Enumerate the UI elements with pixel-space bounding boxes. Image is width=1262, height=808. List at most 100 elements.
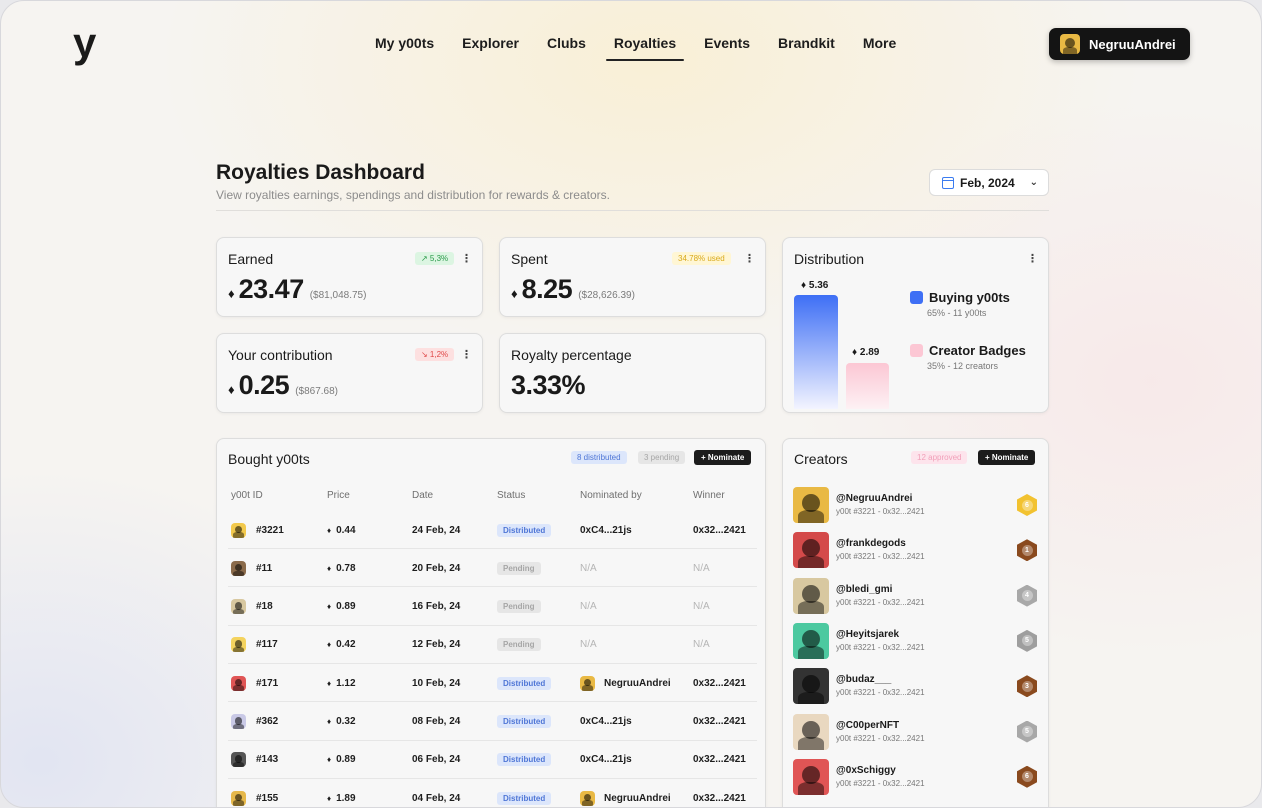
cell-winner: 0x32...2421 — [693, 716, 746, 727]
spent-value-row: ♦ 8.25 ($28,626.39) — [511, 274, 635, 305]
price-value: 1.89 — [336, 792, 356, 804]
table-row[interactable]: #3221 ♦ 0.44 24 Feb, 24 Distributed 0xC4...21… — [228, 511, 757, 549]
y00t-id: #3221 — [256, 524, 284, 536]
royalty-value-row: 3.33% — [511, 370, 586, 401]
creator-y00t-info: y00t #3221 - 0x32...2421 — [836, 552, 925, 562]
column-header-winner: Winner — [693, 490, 725, 501]
earned-usd: ($81,048.75) — [309, 290, 367, 301]
price-value: 0.44 — [336, 524, 356, 536]
user-profile-button[interactable]: NegruuAndrei — [1049, 28, 1190, 60]
y00t-avatar — [231, 714, 246, 729]
cell-nominated-by: 0xC4...21js — [580, 703, 632, 741]
cell-price: ♦ 0.42 — [327, 626, 356, 664]
app-logo[interactable]: y — [73, 22, 96, 64]
nominated-by-value: 0xC4...21js — [580, 754, 632, 766]
nav-my-y00ts[interactable]: My y00ts — [375, 35, 434, 57]
eth-icon: ♦ — [327, 678, 332, 688]
page-title: Royalties Dashboard — [216, 161, 425, 184]
y00t-avatar — [231, 560, 246, 576]
creator-row[interactable]: @C00perNFT y00t #3221 - 0x32...2421 5 — [793, 713, 1040, 759]
creator-y00t-info: y00t #3221 - 0x32...2421 — [836, 688, 925, 698]
user-name: NegruuAndrei — [1089, 36, 1176, 52]
cell-nominated-by: N/A — [580, 588, 597, 626]
table-row[interactable]: #117 ♦ 0.42 12 Feb, 24 Pending N/A N/A — [228, 626, 757, 664]
cell-date: 16 Feb, 24 — [412, 601, 461, 613]
chevron-down-icon: ⌄ — [1029, 177, 1038, 188]
nominated-by-value: NegruuAndrei — [604, 677, 671, 689]
app-window: y My y00ts Explorer Clubs Royalties Even… — [0, 0, 1262, 808]
creator-avatar — [793, 668, 829, 705]
cell-status: Distributed — [497, 741, 552, 779]
table-row[interactable]: #18 ♦ 0.89 16 Feb, 24 Pending N/A N/A — [228, 588, 757, 626]
table-row[interactable]: #362 ♦ 0.32 08 Feb, 24 Distributed 0xC4...21j… — [228, 703, 757, 741]
spent-title: Spent — [511, 251, 548, 267]
more-options-icon[interactable]: ⋮ — [461, 252, 472, 265]
pending-count-badge: 3 pending — [638, 451, 686, 464]
distribution-title: Distribution — [794, 251, 865, 267]
bought-title: Bought y00ts — [228, 451, 310, 467]
cell-status: Pending — [497, 549, 541, 587]
calendar-icon — [942, 176, 954, 189]
table-row[interactable]: #155 ♦ 1.89 04 Feb, 24 Distributed NegruuAndr… — [228, 779, 757, 807]
eth-icon: ♦ — [228, 382, 235, 397]
y00t-id: #362 — [256, 716, 279, 727]
nominator-avatar — [580, 675, 595, 691]
nominated-by-value: NegruuAndrei — [604, 792, 671, 804]
cell-date: 24 Feb, 24 — [412, 524, 461, 536]
royalty-percentage-card: Royalty percentage 3.33% — [499, 333, 766, 413]
nav-royalties[interactable]: Royalties — [605, 35, 685, 61]
y00t-avatar — [231, 637, 246, 653]
creator-row[interactable]: @NegruuAndrei y00t #3221 - 0x32...2421 6 — [793, 487, 1040, 532]
bar-buying-y00ts — [794, 295, 838, 409]
cell-winner: N/A — [693, 639, 710, 651]
nominate-creator-button[interactable]: + Nominate — [978, 450, 1036, 465]
creator-row[interactable]: @0xSchiggy y00t #3221 - 0x32...2421 6 — [793, 758, 1040, 804]
nav-events[interactable]: Events — [704, 35, 750, 57]
cell-nominated-by: N/A — [580, 626, 597, 664]
more-options-icon[interactable]: ⋮ — [744, 252, 755, 265]
cell-status: Distributed — [497, 511, 552, 549]
contribution-title: Your contribution — [228, 347, 333, 363]
earned-title: Earned — [228, 251, 274, 267]
date-picker-button[interactable]: Feb, 2024 ⌄ — [929, 169, 1049, 196]
creator-name: @NegruuAndrei — [836, 493, 913, 504]
spent-card: Spent 34.78% used ⋮ ♦ 8.25 ($28,626.39) — [499, 237, 766, 317]
cell-date: 04 Feb, 24 — [412, 792, 461, 804]
creator-row[interactable]: @frankdegods y00t #3221 - 0x32...2421 1 — [793, 532, 1040, 577]
price-value: 0.89 — [336, 601, 356, 613]
creator-name: @Heyitsjarek — [836, 628, 900, 640]
creator-y00t-info: y00t #3221 - 0x32...2421 — [836, 733, 925, 743]
nominate-y00t-button[interactable]: + Nominate — [694, 450, 752, 465]
earned-change-badge: ↗ 5,3% — [415, 252, 455, 265]
nav-more[interactable]: More — [863, 35, 896, 57]
cell-date: 08 Feb, 24 — [412, 716, 461, 727]
creator-avatar — [793, 487, 829, 523]
cell-nominated-by: 0xC4...21js — [580, 511, 632, 549]
creator-row[interactable]: @Heyitsjarek y00t #3221 - 0x32...2421 5 — [793, 622, 1040, 668]
contribution-value: 0.25 — [238, 370, 290, 400]
cell-status: Pending — [497, 626, 541, 664]
y00t-avatar — [231, 790, 246, 806]
eth-icon: ♦ — [327, 525, 332, 535]
creator-name: @budaz___ — [836, 674, 892, 686]
rank-badge-label: 3 — [1021, 680, 1033, 692]
more-options-icon[interactable]: ⋮ — [1027, 252, 1038, 265]
cell-price: ♦ 0.89 — [327, 588, 356, 626]
eth-icon: ♦ — [327, 755, 332, 765]
creator-row[interactable]: @budaz___ y00t #3221 - 0x32...2421 3 — [793, 668, 1040, 713]
price-value: 0.89 — [336, 754, 356, 766]
y00t-avatar — [231, 752, 246, 768]
nav-clubs[interactable]: Clubs — [547, 35, 586, 57]
cell-nominated-by: N/A — [580, 549, 597, 587]
cell-price: ♦ 0.32 — [327, 703, 356, 741]
more-options-icon[interactable]: ⋮ — [461, 348, 472, 361]
nav-explorer[interactable]: Explorer — [462, 35, 519, 57]
table-row[interactable]: #171 ♦ 1.12 10 Feb, 24 Distributed NegruuAndr… — [228, 664, 757, 703]
contribution-value-row: ♦ 0.25 ($867.68) — [228, 370, 338, 401]
rank-badge-label: 5 — [1021, 635, 1033, 647]
table-row[interactable]: #143 ♦ 0.89 06 Feb, 24 Distributed 0xC4...21j… — [228, 741, 757, 779]
nav-brandkit[interactable]: Brandkit — [778, 35, 835, 57]
cell-y00t-id: #11 — [231, 549, 272, 587]
creator-row[interactable]: @bledi_gmi y00t #3221 - 0x32...2421 4 — [793, 577, 1040, 623]
table-row[interactable]: #11 ♦ 0.78 20 Feb, 24 Pending N/A N/A — [228, 549, 757, 588]
